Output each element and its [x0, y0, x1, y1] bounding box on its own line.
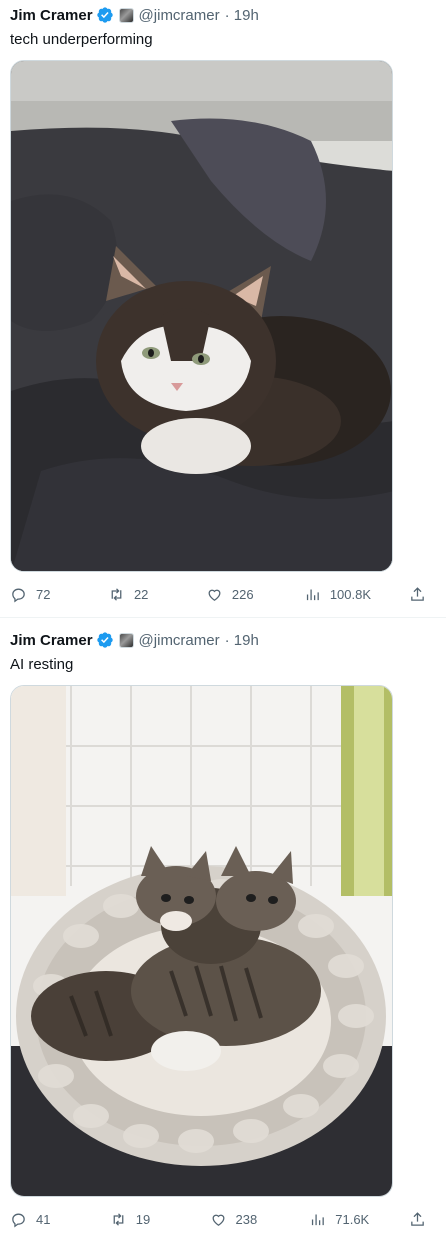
reply-button[interactable]: 72 [10, 586, 70, 603]
tweet-header: Jim Cramer @jimcramer · 19h [10, 0, 436, 29]
views-count: 71.6K [335, 1211, 370, 1227]
views-chart-icon [312, 1214, 325, 1225]
heart-icon [208, 589, 221, 601]
share-icon [411, 1211, 424, 1226]
share-button[interactable] [409, 586, 426, 603]
views-button[interactable]: 71.6K [309, 1211, 369, 1228]
share-icon [411, 586, 424, 601]
affiliation-avatar-icon[interactable] [118, 7, 134, 23]
kittens-in-bed-image [11, 686, 392, 1196]
like-count: 226 [231, 586, 254, 602]
reply-icon [12, 588, 25, 603]
reply-count: 41 [36, 1211, 51, 1227]
tweet-photo[interactable] [10, 60, 393, 572]
kitten-on-blanket-image [11, 61, 392, 571]
tweet-actions: 72 22 226 100.8K [10, 572, 426, 616]
share-button[interactable] [409, 1211, 426, 1228]
verified-badge-icon[interactable] [96, 6, 114, 24]
affiliation-avatar-icon[interactable] [118, 632, 134, 648]
tweet[interactable]: Jim Cramer @jimcramer · 19h AI resting 4… [0, 618, 446, 1234]
author-handle[interactable]: @jimcramer [139, 7, 220, 24]
retweet-icon [113, 1212, 124, 1226]
tweet[interactable]: Jim Cramer @jimcramer · 19h tech underpe… [0, 0, 446, 618]
tweet-actions: 41 19 238 71.6K [10, 1197, 426, 1241]
tweet-header: Jim Cramer @jimcramer · 19h [10, 618, 436, 654]
author-name[interactable]: Jim Cramer [10, 632, 93, 649]
views-count: 100.8K [329, 586, 372, 602]
author-handle[interactable]: @jimcramer [139, 632, 220, 649]
retweet-icon [111, 587, 122, 601]
views-chart-icon [306, 589, 319, 600]
reply-count: 72 [36, 586, 51, 602]
reply-icon [12, 1213, 25, 1228]
author-name[interactable]: Jim Cramer [10, 7, 93, 24]
heart-icon [212, 1214, 224, 1226]
tweet-time[interactable]: · 19h [225, 7, 259, 24]
views-button[interactable]: 100.8K [304, 586, 371, 603]
retweet-button[interactable]: 22 [108, 586, 168, 603]
like-button[interactable]: 226 [206, 586, 266, 603]
verified-badge-icon[interactable] [96, 631, 114, 649]
retweet-button[interactable]: 19 [110, 1211, 170, 1228]
like-button[interactable]: 238 [210, 1211, 270, 1228]
reply-button[interactable]: 41 [10, 1211, 70, 1228]
tweet-text: tech underperforming [10, 31, 153, 48]
retweet-count: 22 [133, 586, 149, 602]
like-count: 238 [235, 1211, 258, 1227]
retweet-count: 19 [135, 1211, 151, 1227]
tweet-photo[interactable] [10, 685, 393, 1197]
tweet-text: AI resting [10, 656, 74, 673]
tweet-time[interactable]: · 19h [225, 632, 259, 649]
